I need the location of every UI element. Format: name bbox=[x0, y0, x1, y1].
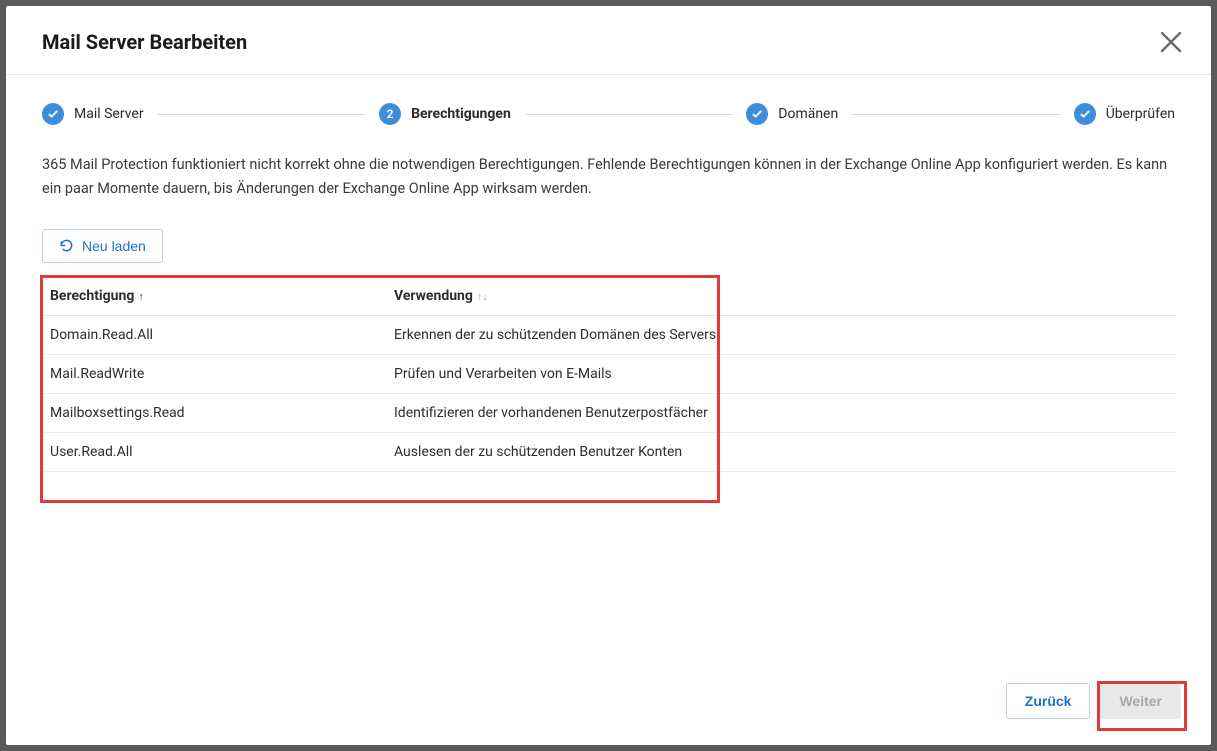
step-number-icon: 2 bbox=[379, 103, 401, 125]
edit-mail-server-modal: Mail Server Bearbeiten Mail Server 2 Ber… bbox=[6, 6, 1211, 745]
step-label: Domänen bbox=[778, 106, 838, 122]
reload-button[interactable]: Neu laden bbox=[42, 229, 163, 263]
check-icon bbox=[42, 103, 64, 125]
refresh-icon bbox=[59, 238, 74, 253]
permissions-table-wrap: Berechtigung↑ Verwendung↑↓ Domain.Read.A… bbox=[42, 277, 1175, 472]
cell-permission: Domain.Read.All bbox=[42, 315, 386, 354]
cell-usage: Identifizieren der vorhandenen Benutzerp… bbox=[386, 393, 1176, 432]
table-row: User.Read.All Auslesen der zu schützende… bbox=[42, 432, 1176, 471]
cell-usage: Prüfen und Verarbeiten von E-Mails bbox=[386, 354, 1176, 393]
modal-body: Mail Server 2 Berechtigungen Domänen Übe… bbox=[6, 75, 1211, 683]
cell-permission: User.Read.All bbox=[42, 432, 386, 471]
step-label: Mail Server bbox=[74, 106, 144, 122]
close-icon bbox=[1159, 30, 1183, 54]
close-button[interactable] bbox=[1159, 30, 1183, 54]
back-button[interactable]: Zurück bbox=[1006, 683, 1091, 719]
step-label: Überprüfen bbox=[1106, 106, 1175, 122]
wizard-stepper: Mail Server 2 Berechtigungen Domänen Übe… bbox=[42, 103, 1175, 125]
sort-icon: ↑↓ bbox=[477, 290, 488, 303]
sort-asc-icon: ↑ bbox=[138, 290, 144, 303]
modal-footer: Zurück Weiter bbox=[6, 683, 1211, 745]
step-domains[interactable]: Domänen bbox=[746, 103, 838, 125]
modal-title: Mail Server Bearbeiten bbox=[42, 30, 247, 54]
step-permissions[interactable]: 2 Berechtigungen bbox=[379, 103, 511, 125]
step-label: Berechtigungen bbox=[411, 106, 511, 122]
table-row: Mailboxsettings.Read Identifizieren der … bbox=[42, 393, 1176, 432]
column-header-permission[interactable]: Berechtigung↑ bbox=[42, 277, 386, 316]
permissions-table: Berechtigung↑ Verwendung↑↓ Domain.Read.A… bbox=[42, 277, 1176, 472]
reload-label: Neu laden bbox=[82, 238, 146, 254]
table-row: Domain.Read.All Erkennen der zu schützen… bbox=[42, 315, 1176, 354]
table-header-row: Berechtigung↑ Verwendung↑↓ bbox=[42, 277, 1176, 316]
modal-header: Mail Server Bearbeiten bbox=[6, 6, 1211, 75]
column-header-usage[interactable]: Verwendung↑↓ bbox=[386, 277, 1176, 316]
cell-permission: Mailboxsettings.Read bbox=[42, 393, 386, 432]
next-button[interactable]: Weiter bbox=[1100, 683, 1181, 719]
cell-usage: Auslesen der zu schützenden Benutzer Kon… bbox=[386, 432, 1176, 471]
step-divider bbox=[525, 114, 732, 115]
step-description: 365 Mail Protection funktioniert nicht k… bbox=[42, 153, 1175, 201]
step-divider bbox=[158, 114, 365, 115]
step-mail-server[interactable]: Mail Server bbox=[42, 103, 144, 125]
step-review[interactable]: Überprüfen bbox=[1074, 103, 1175, 125]
check-icon bbox=[1074, 103, 1096, 125]
cell-permission: Mail.ReadWrite bbox=[42, 354, 386, 393]
table-row: Mail.ReadWrite Prüfen und Verarbeiten vo… bbox=[42, 354, 1176, 393]
check-icon bbox=[746, 103, 768, 125]
cell-usage: Erkennen der zu schützenden Domänen des … bbox=[386, 315, 1176, 354]
step-divider bbox=[852, 114, 1059, 115]
